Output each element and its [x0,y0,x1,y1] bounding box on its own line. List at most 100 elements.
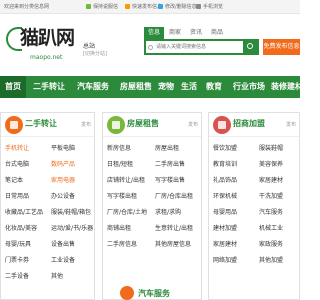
category-panel-franchise: 招商加盟 发布 餐饮加盟 服装鞋帽 教育培训 美容保养 礼品饰品 家居建材 环保… [208,112,300,300]
panel-post-link[interactable]: 发布 [188,121,198,128]
panel-title[interactable]: 二手转让 [25,118,57,129]
phone-icon [196,4,201,9]
search-tab-info[interactable]: 信息 [144,27,165,39]
nav-home[interactable]: 首页 [0,76,26,98]
category-link[interactable]: 平板电脑 [51,143,75,152]
category-link[interactable]: 办公设备 [51,191,75,200]
site-logo[interactable]: 猫趴网 maopo.net [6,21,82,65]
category-link[interactable]: 餐饮加盟 [213,143,237,152]
panel-title[interactable]: 房屋租售 [127,118,159,129]
category-link[interactable]: 房屋出租 [155,143,179,152]
secondhand-icon [5,116,23,134]
report-link[interactable]: 保持说服信 [86,0,118,13]
panel-post-link[interactable]: 发布 [81,121,91,128]
category-link[interactable]: 二手设备 [5,271,29,280]
search-box [144,39,259,55]
category-link[interactable]: 商铺出租 [107,223,131,232]
category-link[interactable]: 环保机械 [213,191,237,200]
category-link[interactable]: 收藏品/工艺品 [5,207,43,216]
nav-industry[interactable]: 行业市场 [228,76,270,98]
category-link[interactable]: 写字楼出售 [155,175,185,184]
category-link[interactable]: 其他 [51,271,63,280]
panel-header: 二手转让 发布 [1,113,94,137]
category-link[interactable]: 家居建材 [213,239,237,248]
search-tab-news[interactable]: 资讯 [186,27,206,39]
category-link[interactable]: 母婴用品 [213,207,237,216]
category-link[interactable]: 礼品饰品 [213,175,237,184]
search-tab-goods[interactable]: 商品 [207,27,227,39]
category-panel-auto: 汽车服务 [102,286,202,300]
post-info-link[interactable]: 快速发布信息 [125,0,162,13]
category-link[interactable]: 设备出售 [51,239,75,248]
category-link[interactable]: 台式电脑 [5,159,29,168]
switch-city-link[interactable]: [切换分站] [83,50,107,57]
welcome-text: 欢迎来到分类信息网 [4,4,50,10]
edit-icon [158,4,163,9]
category-link[interactable]: 其他房屋信息 [155,239,191,248]
nav-housing[interactable]: 房屋租售 [116,76,156,98]
category-link[interactable]: 生意转让/出租 [155,223,193,232]
category-link[interactable]: 新房信息 [107,143,131,152]
category-link[interactable]: 运动/爱/书/乐器 [51,223,93,232]
category-link[interactable]: 门票卡券 [5,255,29,264]
house-icon [107,116,125,134]
panel-post-link[interactable]: 发布 [286,121,296,128]
category-link[interactable]: 网络加盟 [213,255,237,264]
category-link[interactable]: 母婴/玩具 [5,239,31,248]
top-bar: 欢迎来到分类信息网 保持说服信 快速发布信息 修改/删除信息 手机浏览 [0,0,300,14]
main-nav: 首页 二手转让 汽车服务 房屋租售 宠物 生活 教育 行业市场 装修建材 [0,76,300,98]
category-link[interactable]: 家居建材 [259,175,283,184]
category-panel-secondhand: 二手转让 发布 手机转让 平板电脑 台式电脑 数码产品 笔记本 家用电器 日常用… [0,112,95,300]
category-link[interactable]: 家用电器 [51,175,75,184]
current-city: 总站 [83,43,96,50]
category-link[interactable]: 工业设备 [51,255,75,264]
category-link[interactable]: 汽车服务 [259,207,283,216]
category-link[interactable]: 写字楼出租 [107,191,137,200]
search-input[interactable] [148,41,243,53]
category-link[interactable]: 机械工业 [259,223,283,232]
car-icon [120,286,134,300]
nav-secondhand[interactable]: 二手转让 [28,76,70,98]
category-link[interactable]: 服装/鞋帽/箱包 [51,207,91,216]
panel-header: 招商加盟 发布 [209,113,299,137]
post-icon [125,4,130,9]
search-button[interactable] [243,41,257,53]
category-link[interactable]: 干洗加盟 [259,191,283,200]
category-link[interactable]: 数码产品 [51,159,75,168]
nav-education[interactable]: 教育 [203,76,225,98]
category-link[interactable]: 家政服务 [259,239,283,248]
category-link[interactable]: 教育培训 [213,159,237,168]
logo-domain: maopo.net [30,54,63,61]
category-link[interactable]: 其他加盟 [259,255,283,264]
category-link[interactable]: 服装鞋帽 [259,143,283,152]
category-link[interactable]: 美容保养 [259,159,283,168]
category-link[interactable]: 笔记本 [5,175,23,184]
category-link[interactable]: 店铺转让/出租 [107,175,145,184]
panel-header: 房屋租售 发布 [103,113,201,137]
search-tab-business[interactable]: 商家 [165,27,185,39]
category-link[interactable]: 求租/求购 [155,207,181,216]
category-link[interactable]: 二手房信息 [107,239,137,248]
mobile-link[interactable]: 手机浏览 [196,0,223,13]
info-icon [86,4,91,9]
category-link[interactable]: 厂房/仓库/土地 [107,207,147,216]
franchise-icon [213,116,231,134]
edit-delete-link[interactable]: 修改/删除信息 [158,0,197,13]
nav-auto[interactable]: 汽车服务 [72,76,114,98]
nav-life[interactable]: 生活 [178,76,200,98]
header: 猫趴网 maopo.net 总站 [切换分站] 信息 商家 资讯 商品 免费发布… [0,15,300,75]
category-link[interactable]: 日租/短租 [107,159,133,168]
logo-text: 猫趴网 [20,27,75,49]
nav-decoration[interactable]: 装修建材 [266,76,300,98]
nav-pets[interactable]: 宠物 [155,76,177,98]
free-post-button[interactable]: 免费发布信息 [263,39,300,55]
category-link[interactable]: 化妆品/美容 [5,223,37,232]
category-link[interactable]: 日常用品 [5,191,29,200]
category-link[interactable]: 二手房出售 [155,159,185,168]
panel-title[interactable]: 汽车服务 [138,288,170,299]
category-link[interactable]: 手机转让 [5,143,29,152]
category-panel-housing: 房屋租售 发布 新房信息 房屋出租 日租/短租 二手房出售 店铺转让/出租 写字… [102,112,202,300]
category-link[interactable]: 建材加盟 [213,223,237,232]
panel-title[interactable]: 招商加盟 [233,118,265,129]
category-link[interactable]: 厂房/仓库出租 [155,191,193,200]
